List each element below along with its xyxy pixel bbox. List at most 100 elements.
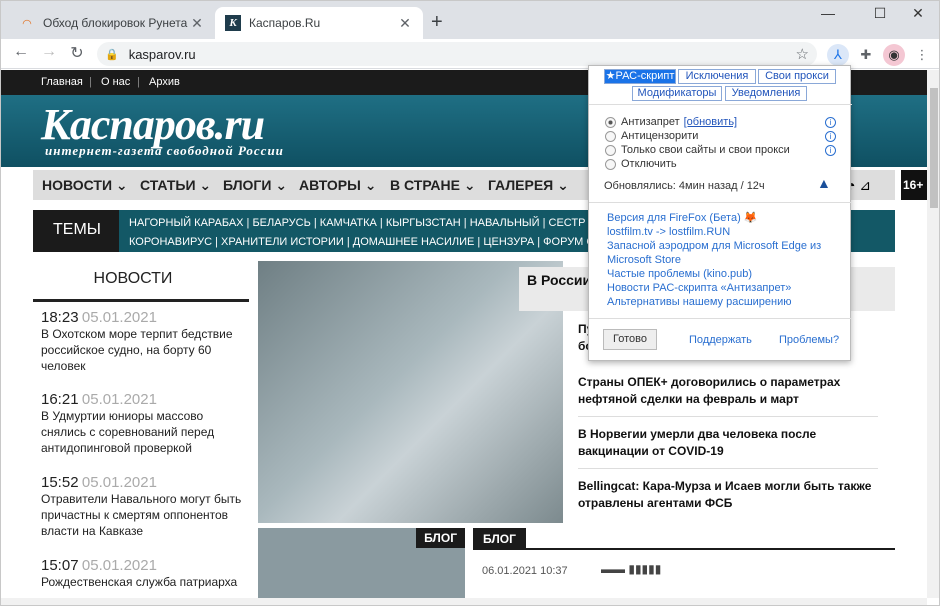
menu-country[interactable]: В СТРАНЕ ⌄ (390, 177, 476, 194)
divider (589, 104, 852, 105)
scroll-thumb[interactable] (930, 88, 938, 208)
rainbow-icon: ◠ (22, 17, 32, 30)
news-date: 05.01.2021 (81, 474, 157, 491)
news-text[interactable]: В Охотском море терпит бедствие российск… (41, 326, 247, 374)
news-text[interactable]: В Удмуртии юниоры массово снялись с соре… (41, 408, 247, 456)
menu-blogs[interactable]: БЛОГИ ⌄ (223, 177, 287, 194)
nav-about-link[interactable]: О нас (101, 76, 130, 88)
news-heading: НОВОСТИ (93, 270, 173, 287)
tab-own-proxies[interactable]: Свои прокси (758, 69, 836, 84)
tab-title: Каспаров.Ru (249, 16, 321, 30)
news-text[interactable]: Отравители Навального могут быть причаст… (41, 491, 247, 539)
puzzle-icon[interactable]: ✚ (855, 44, 877, 66)
nav-archive-link[interactable]: Архив (149, 76, 180, 88)
back-arrow-icon[interactable]: ← (11, 43, 31, 61)
radio-icon[interactable] (605, 158, 616, 170)
blog-date: 06.01.2021 10:37 (482, 565, 568, 577)
news-date: 05.01.2021 (81, 309, 157, 326)
link-news[interactable]: Новости РАС-скрипта «Антизапрет» (607, 281, 837, 295)
vertical-scrollbar[interactable] (927, 70, 939, 598)
news-item[interactable]: 16:21 05.01.2021 В Удмуртии юниоры массо… (41, 392, 247, 456)
done-button[interactable]: Готово (603, 329, 657, 350)
news-item[interactable]: 15:52 05.01.2021 Отравители Навального м… (41, 475, 247, 539)
radio-icon[interactable] (605, 116, 616, 128)
mode-option[interactable]: Антицензорити (605, 130, 698, 142)
mode-label: Антицензорити (621, 130, 699, 142)
mode-option[interactable]: Только свои сайты и свои прокси (605, 144, 790, 156)
radio-icon[interactable] (605, 130, 616, 142)
tab-kasparov[interactable]: K Каспаров.Ru ✕ (215, 7, 423, 39)
news-item[interactable]: 15:07 05.01.2021 Рождественская служба п… (41, 558, 247, 590)
mode-label: Только свои сайты и свои прокси (621, 144, 790, 156)
antizapret-popup: ★РАС-скрипт Исключения Свои прокси Модиф… (588, 65, 852, 361)
news-text[interactable]: Рождественская служба патриарха (41, 574, 247, 590)
headline[interactable]: Bellingcat: Кара-Мурза и Исаев могли быт… (578, 478, 878, 520)
tab-notifications[interactable]: Уведомления (725, 86, 807, 101)
avatar[interactable]: ◉ (883, 44, 905, 66)
support-link[interactable]: Поддержать (689, 334, 752, 346)
hat-icon: ▲ (817, 175, 831, 191)
headline[interactable]: Пу бо (578, 321, 593, 363)
tab-antizapret[interactable]: ◠ Обход блокировок Рунета - Ин ✕ (9, 7, 215, 39)
star-icon[interactable]: ☆ (796, 45, 809, 63)
headline[interactable]: В Норвегии умерли два человека после вак… (578, 426, 878, 469)
featured-photo[interactable] (258, 261, 563, 523)
news-time: 18:23 (41, 309, 79, 326)
nav-home-link[interactable]: Главная (41, 76, 83, 88)
reload-icon[interactable]: ↻ (67, 43, 87, 63)
info-icon[interactable]: i (825, 117, 836, 128)
link-problems[interactable]: Частые проблемы (kino.pub) (607, 267, 837, 281)
menu-news[interactable]: НОВОСТИ ⌄ (42, 177, 128, 194)
age-badge: 16+ (901, 170, 927, 200)
address-bar[interactable]: 🔒 kasparov.ru ☆ (97, 42, 817, 66)
tab-modifiers[interactable]: Модификаторы (632, 86, 722, 101)
kebab-menu-icon[interactable]: ⋮ (911, 44, 933, 66)
forward-arrow-icon[interactable]: → (39, 43, 59, 61)
tab-exceptions[interactable]: Исключения (678, 69, 756, 84)
info-icon[interactable]: i (825, 145, 836, 156)
glasses-icon: ▬▬ ▮▮▮▮▮ (601, 562, 662, 576)
new-tab-button[interactable]: + (431, 11, 443, 34)
site-tagline: интернет-газета свободной России (45, 143, 284, 158)
lock-icon: 🔒 (105, 48, 119, 61)
update-link[interactable]: [обновить] (684, 116, 737, 128)
blog-tag: БЛОГ (473, 528, 526, 550)
themes-label: ТЕМЫ (53, 221, 101, 238)
problems-link[interactable]: Проблемы? (779, 334, 839, 346)
radio-icon[interactable] (605, 144, 616, 156)
tab-pac-script[interactable]: ★РАС-скрипт (604, 69, 676, 84)
divider (589, 202, 852, 203)
news-time: 16:21 (41, 391, 79, 408)
menu-articles[interactable]: СТАТЬИ ⌄ (140, 177, 211, 194)
blog-tag: БЛОГ (416, 528, 465, 548)
browser-window: ◠ Обход блокировок Рунета - Ин ✕ K Каспа… (0, 0, 940, 606)
mode-label: Отключить (621, 158, 677, 170)
close-window-button[interactable]: ✕ (895, 5, 939, 29)
tab-title: Обход блокировок Рунета - Ин (43, 16, 189, 30)
link-lostfilm[interactable]: lostfilm.tv -> lostfilm.RUN (607, 225, 837, 239)
close-icon[interactable]: ✕ (397, 15, 413, 32)
mode-option[interactable]: Отключить (605, 158, 677, 170)
info-icon[interactable]: i (825, 131, 836, 142)
mode-option[interactable]: Антизапрет [обновить] (605, 116, 737, 128)
update-status: Обновлялись: 4мин назад / 12ч (604, 180, 765, 192)
headline[interactable]: Страны ОПЕК+ договорились о параметрах н… (578, 374, 878, 417)
link-firefox[interactable]: Версия для FireFox (Бета) 🦊 (607, 211, 837, 225)
menu-authors[interactable]: АВТОРЫ ⌄ (299, 177, 376, 194)
mode-label: Антизапрет (621, 116, 680, 128)
link-edge[interactable]: Запасной аэродром для Microsoft Edge из … (607, 239, 837, 267)
tab-strip: ◠ Обход блокировок Рунета - Ин ✕ K Каспа… (1, 1, 939, 39)
minimize-button[interactable]: — (805, 5, 851, 29)
news-item[interactable]: 18:23 05.01.2021 В Охотском море терпит … (41, 310, 247, 374)
news-date: 05.01.2021 (81, 557, 157, 574)
divider (33, 299, 249, 302)
close-icon[interactable]: ✕ (189, 15, 205, 32)
blog-card[interactable]: БЛОГ (258, 528, 465, 598)
news-time: 15:52 (41, 474, 79, 491)
menu-gallery[interactable]: ГАЛЕРЕЯ ⌄ (488, 177, 569, 194)
separator: | (137, 76, 140, 88)
antizapret-extension-icon[interactable]: ⅄ (827, 44, 849, 66)
blog-section-bar: БЛОГ (473, 528, 895, 550)
horizontal-scrollbar[interactable] (1, 598, 927, 605)
link-alternatives[interactable]: Альтернативы нашему расширению (607, 295, 837, 309)
